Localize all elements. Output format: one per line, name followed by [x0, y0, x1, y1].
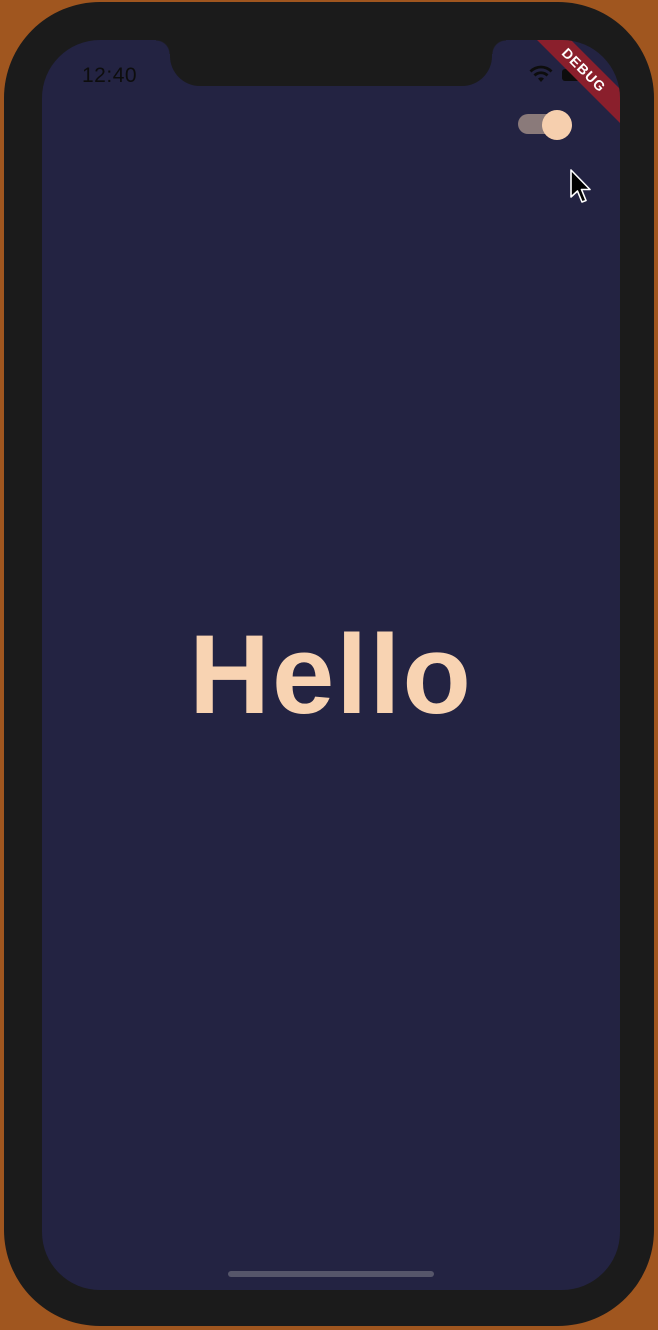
- home-indicator[interactable]: [228, 1271, 434, 1277]
- theme-toggle-switch[interactable]: [518, 110, 572, 140]
- status-time: 12:40: [82, 64, 138, 87]
- app-screen: 12:40 DEBUG Hello: [42, 40, 620, 1290]
- mouse-pointer-icon: [570, 169, 591, 203]
- wifi-icon: [529, 65, 553, 82]
- notch: [156, 40, 506, 86]
- device-frame: 12:40 DEBUG Hello: [0, 0, 658, 1330]
- hello-text: Hello: [189, 612, 473, 737]
- phone-bezel: 12:40 DEBUG Hello: [4, 2, 654, 1326]
- toggle-thumb: [542, 110, 572, 140]
